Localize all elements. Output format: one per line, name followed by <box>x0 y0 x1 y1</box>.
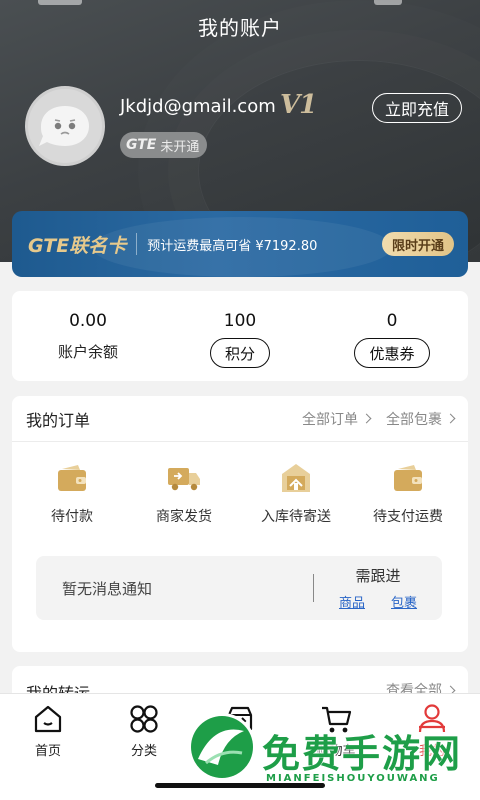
user-icon <box>418 704 446 733</box>
points-value: 100 <box>223 311 257 331</box>
orders-title: 我的订单 <box>26 410 91 430</box>
order-status-list: 待付款 商家发货 入库待寄送 待支付运费 <box>12 442 468 526</box>
all-packages-label: 全部包裹 <box>386 411 442 428</box>
follow-package-link[interactable]: 包裹 <box>391 592 417 611</box>
tab-label: 转运 <box>226 744 253 759</box>
wallet-icon <box>394 465 422 491</box>
follow-goods-link[interactable]: 商品 <box>339 592 365 611</box>
coupons-button[interactable]: 优惠券 <box>354 338 430 368</box>
follow-up-box: 需跟进 商品 包裹 <box>314 565 442 611</box>
cobrand-card-banner[interactable]: GTE联名卡 预计运费最高可省 ¥7192.80 限时开通 <box>12 211 468 277</box>
wallet-icon <box>58 465 86 491</box>
page-title: 我的账户 <box>198 16 282 40</box>
truck-icon <box>168 468 200 491</box>
notification-panel: 暂无消息通知 需跟进 商品 包裹 <box>36 556 442 620</box>
cart-icon <box>322 706 352 733</box>
chevron-right-icon <box>361 413 372 424</box>
follow-up-title: 需跟进 <box>355 567 401 585</box>
all-orders-link[interactable]: 全部订单 <box>302 409 372 429</box>
order-status-label: 待支付运费 <box>373 509 443 525</box>
order-pending-payment[interactable]: 待付款 <box>18 460 126 526</box>
gte-membership-status[interactable]: GTE 未开通 <box>120 132 208 158</box>
balance-item[interactable]: 0.00 账户余额 <box>28 311 148 362</box>
orders-header: 我的订单 全部订单 全部包裹 <box>12 396 468 442</box>
gte-tag: GTE <box>126 137 157 153</box>
balance-label: 账户余额 <box>57 343 118 361</box>
points-item: 100 积分 <box>180 311 300 368</box>
balance-value: 0.00 <box>69 311 107 331</box>
status-bar <box>0 0 480 8</box>
coupons-value: 0 <box>386 311 398 331</box>
category-icon <box>130 705 158 733</box>
order-status-label: 入库待寄送 <box>261 509 331 525</box>
warehouse-icon <box>282 464 310 492</box>
avatar-face-icon <box>39 106 89 146</box>
avatar[interactable] <box>25 86 105 166</box>
home-indicator[interactable] <box>155 783 325 788</box>
cobrand-open-button[interactable]: 限时开通 <box>381 232 454 256</box>
order-status-label: 商家发货 <box>156 509 212 525</box>
account-email: Jkdjd@gmail.com <box>120 96 276 117</box>
points-button[interactable]: 积分 <box>209 338 270 368</box>
all-packages-link[interactable]: 全部包裹 <box>386 409 456 429</box>
gte-status-text: 未开通 <box>160 139 200 155</box>
coupons-item: 0 优惠券 <box>332 311 452 368</box>
shipping-icon <box>227 706 253 731</box>
chevron-right-icon <box>445 413 456 424</box>
all-orders-label: 全部订单 <box>302 411 358 428</box>
assets-summary: 0.00 账户余额 100 积分 0 优惠券 <box>12 291 468 381</box>
order-warehouse-pending[interactable]: 入库待寄送 <box>242 460 350 526</box>
tab-label: 首页 <box>34 744 61 759</box>
tab-mine[interactable]: 我的 <box>384 694 480 800</box>
tab-home[interactable]: 首页 <box>0 694 96 800</box>
tab-label: 分类 <box>130 744 157 759</box>
cobrand-card-desc: 预计运费最高可省 ¥7192.80 <box>147 238 318 254</box>
vip-level-badge: V1 <box>280 90 317 120</box>
home-icon <box>34 705 62 733</box>
cobrand-card-name: GTE联名卡 <box>28 234 127 257</box>
order-status-label: 待付款 <box>51 509 93 525</box>
recharge-button[interactable]: 立即充值 <box>372 93 462 123</box>
tab-label: 我的 <box>418 744 445 759</box>
my-orders-section: 我的订单 全部订单 全部包裹 待付款 商家发货 入库待寄送 待支付运费 暂无消息… <box>12 396 468 652</box>
tab-label: 购物车 <box>316 744 356 759</box>
order-pending-freight[interactable]: 待支付运费 <box>354 460 462 526</box>
no-notification-text: 暂无消息通知 <box>62 579 153 598</box>
order-merchant-shipping[interactable]: 商家发货 <box>130 460 238 526</box>
cobrand-divider <box>136 233 138 255</box>
